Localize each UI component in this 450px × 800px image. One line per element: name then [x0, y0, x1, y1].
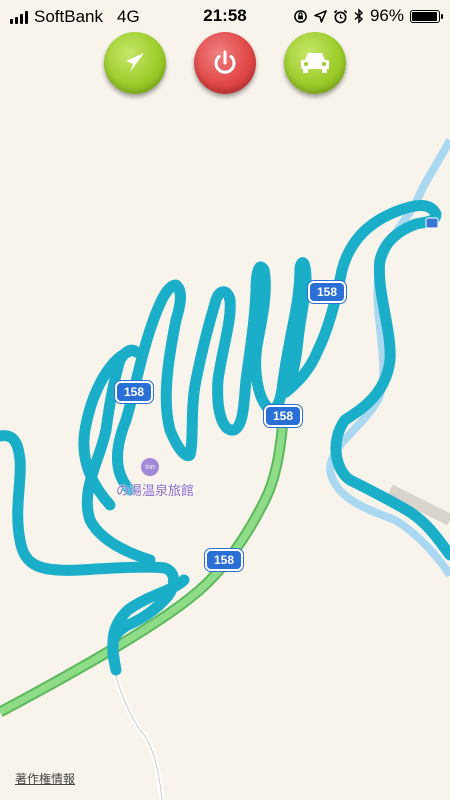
- route-label: 158: [264, 405, 302, 427]
- route-label: 158: [308, 281, 346, 303]
- orientation-lock-icon: [294, 9, 307, 23]
- route-label: 158: [205, 549, 243, 571]
- status-bar: SoftBank 4G 21:58 96%: [0, 0, 450, 32]
- car-button[interactable]: [284, 32, 346, 94]
- battery-icon: [410, 9, 443, 23]
- map-canvas[interactable]: [0, 0, 450, 800]
- battery-fill: [412, 11, 437, 21]
- navigation-arrow-icon: [126, 53, 144, 72]
- power-icon: [214, 50, 236, 74]
- power-button[interactable]: [194, 32, 256, 94]
- poi-label[interactable]: の湯温泉旅館: [116, 480, 194, 499]
- hotel-icon[interactable]: Inn: [141, 458, 159, 476]
- road-sign: [425, 217, 439, 229]
- alarm-icon: [333, 9, 348, 23]
- battery-percent: 96%: [369, 6, 404, 25]
- gps-track: [0, 200, 450, 676]
- navigate-button[interactable]: [104, 32, 166, 94]
- bluetooth-icon: [354, 8, 363, 24]
- route-label: 158: [115, 381, 153, 403]
- copyright-link[interactable]: 著作権情報: [15, 770, 75, 787]
- location-arrow-icon: [314, 9, 327, 23]
- car-icon: [301, 53, 329, 73]
- minor-road: [109, 659, 165, 800]
- status-right: 96%: [293, 6, 443, 26]
